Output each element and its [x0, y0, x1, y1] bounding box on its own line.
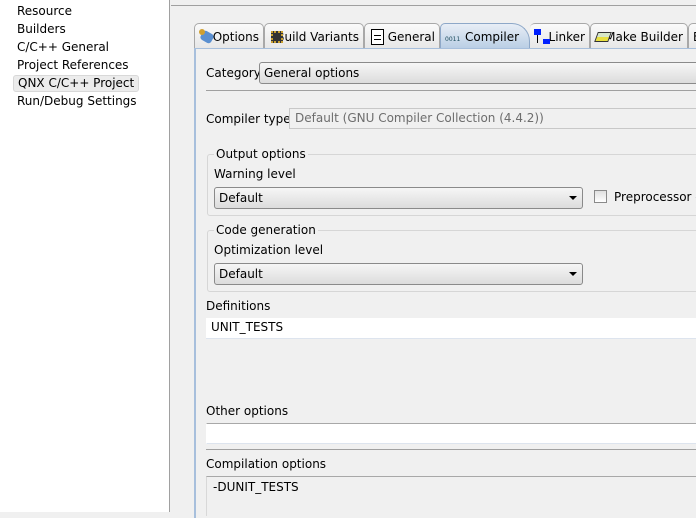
sidebar-item-project-references[interactable]: Project References: [13, 57, 133, 74]
chevron-down-icon: [569, 272, 577, 276]
divider: [171, 5, 696, 6]
other-options-label: Other options: [206, 404, 289, 418]
preprocessor-checkbox[interactable]: [594, 190, 607, 203]
tab-label: Make Builder: [605, 29, 683, 44]
tab-make-builder[interactable]: Make Builder: [590, 23, 688, 49]
tab-options[interactable]: Options: [194, 23, 264, 49]
optimization-level-value: Default: [219, 267, 263, 281]
tab-label: General: [387, 29, 435, 44]
tab-build-variants[interactable]: Build Variants: [264, 23, 364, 49]
code-generation-title: Code generation: [214, 223, 318, 237]
other-options-field[interactable]: [206, 423, 696, 444]
options-icon: [199, 28, 215, 45]
linker-icon: [534, 28, 550, 45]
binary-icon: 0011: [445, 35, 461, 43]
sidebar-item-run-debug[interactable]: Run/Debug Settings: [13, 93, 141, 110]
sidebar-item-resource[interactable]: Resource: [13, 3, 76, 20]
warning-level-value: Default: [219, 191, 263, 205]
compilation-options-text: -DUNIT_TESTS: [206, 476, 696, 516]
sidebar-item-builders[interactable]: Builders: [13, 21, 70, 38]
chevron-down-icon: [569, 196, 577, 200]
compilation-options-label: Compilation options: [206, 457, 327, 471]
definitions-field[interactable]: UNIT_TESTS: [206, 318, 696, 339]
property-sidebar: Resource Builders C/C++ General Project …: [0, 0, 170, 512]
separator: [206, 449, 696, 450]
tab-label: Compiler: [465, 29, 520, 44]
document-icon: [369, 28, 384, 45]
tab-label: Linker: [548, 29, 585, 44]
compiler-type-label: Compiler type:: [206, 112, 295, 126]
tab-linker[interactable]: Linker: [530, 23, 590, 49]
sidebar-item-qnx-project[interactable]: QNX C/C++ Project: [13, 75, 140, 92]
tab-label: Options: [212, 29, 259, 44]
sidebar-item-cpp-general[interactable]: C/C++ General: [13, 39, 113, 56]
category-value: General options: [264, 66, 360, 80]
output-options-title: Output options: [214, 147, 308, 161]
compiler-type-field: Default (GNU Compiler Collection (4.4.2)…: [289, 108, 696, 129]
category-label: Category: [206, 66, 261, 80]
chip-icon: [269, 29, 283, 45]
preprocessor-label: Preprocessor ou: [614, 190, 696, 204]
separator: [206, 90, 696, 91]
category-select[interactable]: General options: [259, 62, 696, 84]
warning-level-label: Warning level: [214, 167, 296, 181]
definitions-label: Definitions: [206, 299, 271, 313]
tab-overflow[interactable]: B: [688, 23, 696, 49]
tab-general[interactable]: General: [364, 23, 440, 49]
optimization-level-label: Optimization level: [214, 243, 324, 257]
warning-level-select[interactable]: Default: [214, 187, 583, 209]
optimization-level-select[interactable]: Default: [214, 263, 583, 285]
tab-compiler[interactable]: 0011 Compiler: [440, 23, 530, 49]
make-builder-icon: [594, 29, 612, 45]
tab-label: Build Variants: [276, 29, 359, 44]
